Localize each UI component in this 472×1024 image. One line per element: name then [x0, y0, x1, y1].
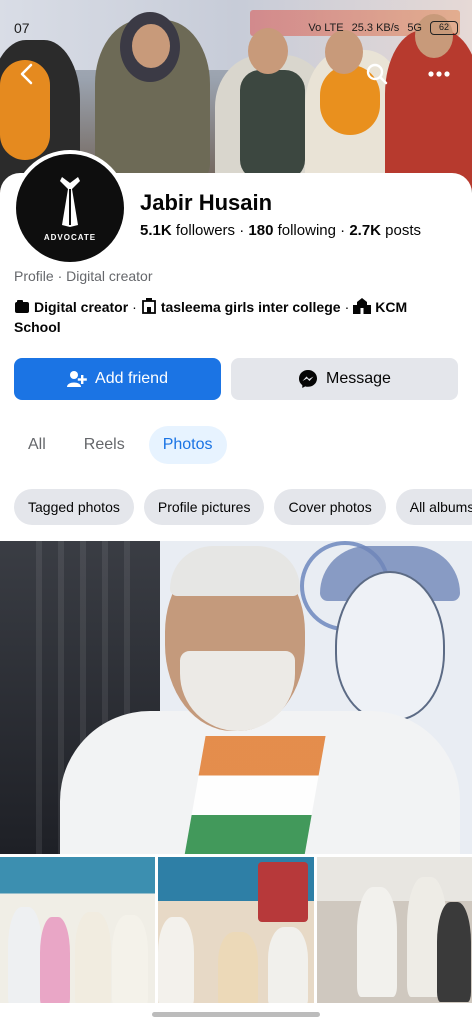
profile-tabs: All Reels Photos	[14, 424, 227, 466]
photo-grid-row	[0, 857, 472, 1003]
thumb-person	[218, 932, 259, 1003]
thumb-person	[436, 902, 471, 1002]
profile-category: Profile · Digital creator	[14, 268, 153, 284]
add-friend-label: Add friend	[95, 370, 168, 387]
photo-item[interactable]	[0, 857, 156, 1003]
avatar-image: ADVOCATE	[16, 154, 124, 262]
back-arrow-icon	[20, 63, 33, 85]
photo-item[interactable]	[316, 857, 472, 1003]
detail-digital-creator: Digital creator	[34, 299, 129, 315]
message-label: Message	[326, 370, 391, 387]
thumb-person	[8, 907, 42, 1003]
status-time: 07	[14, 20, 30, 36]
photo-item[interactable]	[158, 857, 314, 1003]
message-button[interactable]: Message	[231, 358, 458, 400]
followers-stat[interactable]: 5.1K followers	[140, 222, 235, 239]
chip-profile-pictures[interactable]: Profile pictures	[143, 489, 265, 525]
status-bar: 07 Vo LTE 25.3 KB/s 5G 62	[14, 18, 458, 38]
advocate-band-icon	[60, 176, 80, 227]
school-building-icon	[353, 298, 372, 318]
thumb-person	[75, 912, 111, 1003]
add-friend-button[interactable]: Add friend	[14, 358, 221, 400]
search-button[interactable]	[362, 59, 392, 89]
page-category-icon	[14, 300, 30, 318]
profile-name: Jabir Husain	[140, 190, 273, 215]
tab-all[interactable]: All	[14, 426, 60, 464]
chip-all-albums[interactable]: All albums	[395, 489, 472, 525]
more-icon	[428, 71, 450, 77]
photo-mural-face	[335, 571, 445, 721]
tab-photos[interactable]: Photos	[148, 426, 227, 464]
profile-avatar[interactable]: ADVOCATE	[12, 150, 128, 266]
photo-tricolor-scarf	[184, 736, 326, 854]
signal-indicator: 5G	[407, 22, 422, 34]
profile-stats: 5.1K followers · 180 following · 2.7K po…	[140, 222, 422, 239]
network-speed: 25.3 KB/s	[351, 22, 400, 34]
thumb-person	[112, 915, 148, 1003]
back-button[interactable]	[12, 59, 42, 89]
chip-cover-photos[interactable]: Cover photos	[274, 489, 386, 525]
following-stat[interactable]: 180 following	[248, 222, 336, 239]
messenger-icon	[299, 370, 318, 388]
thumb-person	[158, 917, 195, 1003]
detail-college[interactable]: tasleema girls inter college	[161, 299, 341, 315]
thumb-person	[268, 927, 309, 1003]
school-icon	[141, 298, 157, 318]
cover-vest	[240, 70, 305, 180]
network-indicator: Vo LTE	[308, 22, 344, 34]
search-icon	[366, 63, 388, 85]
battery-icon: 62	[430, 21, 458, 35]
photo-filter-chips: Tagged photos Profile pictures Cover pho…	[14, 489, 472, 527]
add-friend-icon	[67, 371, 87, 387]
chip-tagged-photos[interactable]: Tagged photos	[14, 489, 134, 525]
home-indicator[interactable]	[152, 1012, 320, 1017]
avatar-logo-text: ADVOCATE	[43, 232, 97, 242]
posts-stat[interactable]: 2.7K posts	[349, 222, 421, 239]
thumb-person	[356, 887, 397, 997]
photo-item-featured[interactable]	[0, 541, 472, 854]
tab-reels[interactable]: Reels	[70, 426, 139, 464]
thumb-person	[40, 917, 70, 1003]
profile-details: Digital creator · tasleema girls inter co…	[14, 298, 408, 335]
photo-person-hair	[170, 546, 300, 596]
thumb-banner	[258, 862, 309, 922]
more-options-button[interactable]	[424, 59, 454, 89]
